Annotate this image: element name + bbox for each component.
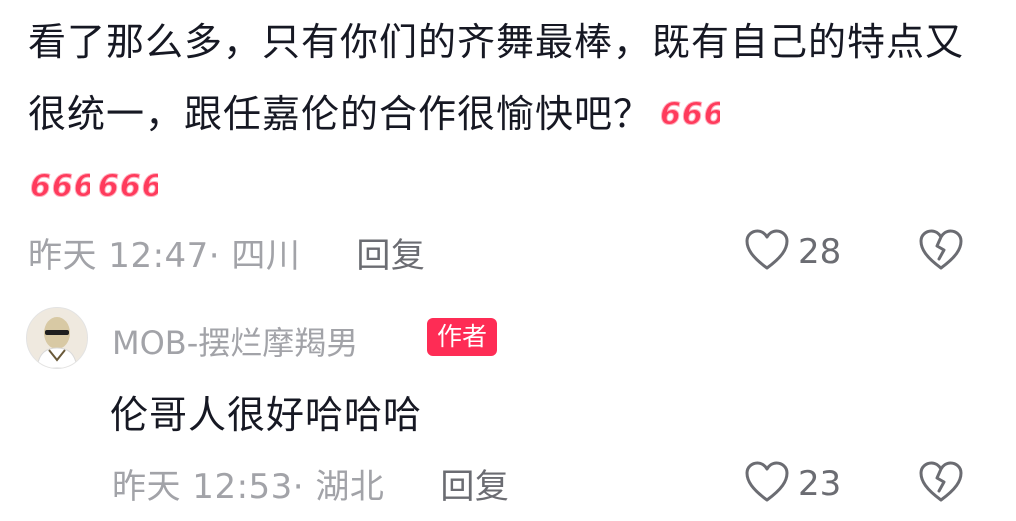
reply-time: 昨天 12:53 — [112, 466, 293, 507]
reply-reply-button[interactable]: 回复 — [440, 459, 509, 508]
comment-time: 昨天 12:47 — [28, 235, 209, 276]
heart-icon — [744, 228, 790, 276]
heart-icon — [744, 460, 790, 508]
reply-meta: 昨天 12:53· 湖北 回复 — [112, 459, 509, 508]
reply-location: 湖北 — [315, 466, 385, 507]
comment-reply-button[interactable]: 回复 — [356, 228, 425, 277]
reply-time-location: 昨天 12:53· 湖北 — [112, 466, 385, 507]
svg-text:666: 666 — [660, 97, 720, 131]
reply-author-name[interactable]: MOB-摆烂摩羯男 — [112, 318, 358, 364]
reply-dislike-button[interactable] — [918, 460, 964, 508]
broken-heart-icon — [918, 228, 964, 276]
broken-heart-icon — [918, 460, 964, 508]
comment-location: 四川 — [231, 235, 301, 276]
comment-text-content: 看了那么多，只有你们的齐舞最棒，既有自己的特点又很统一，跟任嘉伦的合作很愉快吧？ — [28, 20, 965, 136]
emoji-666-sticker: 666 — [96, 167, 159, 203]
author-badge: 作者 — [427, 318, 498, 356]
reply-text: 伦哥人很好哈哈哈 — [110, 393, 423, 437]
reply-like-button[interactable]: 23 — [744, 460, 841, 508]
comment-dislike-button[interactable] — [918, 228, 964, 276]
emoji-666-sticker: 666 — [28, 167, 91, 203]
comment-text: 看了那么多，只有你们的齐舞最棒，既有自己的特点又很统一，跟任嘉伦的合作很愉快吧？… — [28, 6, 988, 222]
comment-like-button[interactable]: 28 — [744, 228, 841, 276]
author-avatar[interactable] — [26, 307, 88, 369]
comment-like-count: 28 — [798, 232, 842, 272]
emoji-666-sticker: 666 — [658, 95, 721, 131]
comment-meta: 昨天 12:47· 四川 回复 — [28, 228, 425, 277]
svg-text:666: 666 — [98, 169, 158, 203]
reply-like-count: 23 — [798, 464, 842, 504]
comment-time-location: 昨天 12:47· 四川 — [28, 235, 301, 276]
svg-text:666: 666 — [30, 169, 90, 203]
